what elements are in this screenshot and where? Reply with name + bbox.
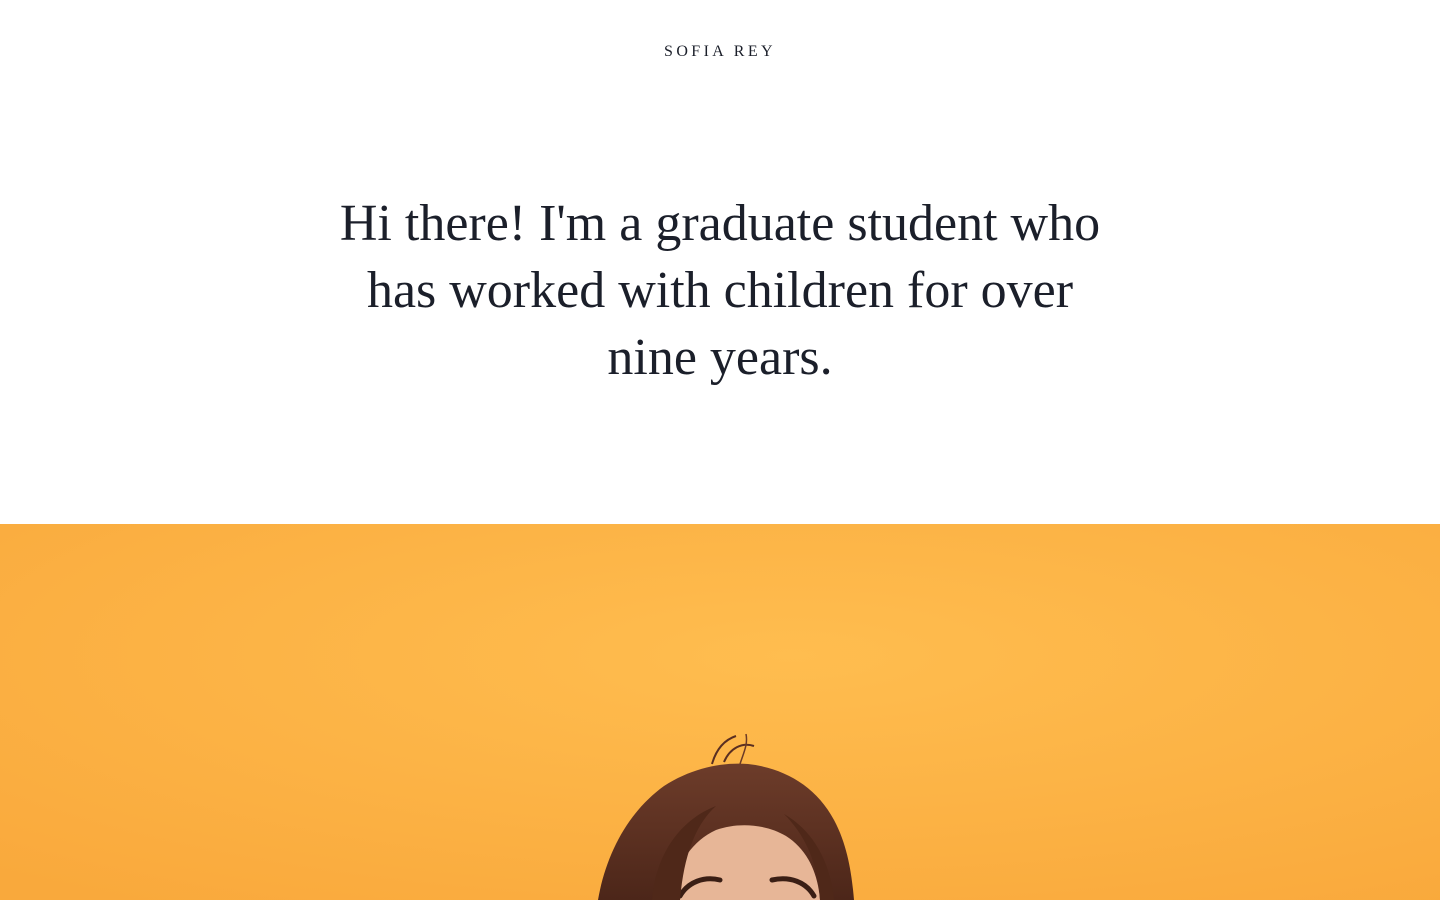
portrait-photo bbox=[0, 524, 1440, 900]
hero-image bbox=[0, 524, 1440, 900]
site-header: SOFIA REY bbox=[0, 0, 1440, 110]
intro-heading: Hi there! I'm a graduate student who has… bbox=[339, 195, 1101, 386]
site-title-link[interactable]: SOFIA REY bbox=[0, 43, 1440, 61]
